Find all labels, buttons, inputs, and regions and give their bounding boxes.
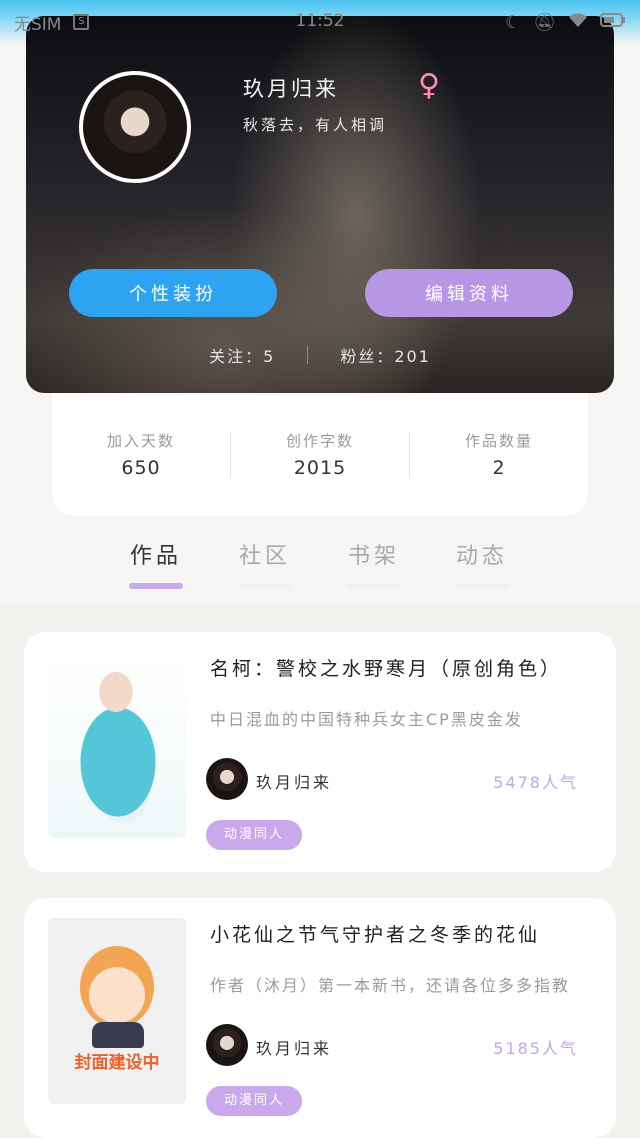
profile-page: 无SIM S 11:52 ☾ 🔕︎ 玖月归来 ♀ 秋落去，有人相调 个性装扮 编… — [0, 0, 640, 1138]
popularity-count: 5478人气 — [493, 773, 578, 792]
cover-character-image — [80, 946, 154, 1028]
stat-label: 加入天数 — [106, 432, 175, 450]
work-description: 作者（沐月）第一本新书，还请各位多多指教 — [210, 976, 571, 995]
work-card[interactable]: 封面建设中 小花仙之节气守护者之冬季的花仙 作者（沐月）第一本新书，还请各位多多… — [24, 898, 616, 1138]
username: 玖月归来 — [243, 77, 339, 101]
work-cover-placeholder[interactable]: 封面建设中 — [48, 918, 186, 1104]
stat-label: 创作字数 — [285, 432, 354, 450]
followers-value: 201 — [394, 347, 431, 366]
author-avatar[interactable] — [206, 758, 248, 800]
status-right: ☾ 🔕︎ — [505, 12, 626, 33]
carrier-text: 无SIM — [14, 14, 62, 35]
tab-indicator — [455, 583, 509, 589]
cover-placeholder-label: 封面建设中 — [74, 1053, 160, 1073]
tab-label: 书架 — [347, 544, 400, 569]
tab-label: 动态 — [455, 544, 508, 569]
work-title[interactable]: 小花仙之节气守护者之冬季的花仙 — [210, 920, 600, 947]
female-gender-icon: ♀ — [418, 68, 440, 103]
author-name[interactable]: 玖月归来 — [256, 769, 332, 793]
tab-label: 作品 — [129, 544, 182, 569]
dress-up-button[interactable]: 个性装扮 — [69, 269, 277, 317]
tab-indicator — [238, 583, 292, 589]
tab-works[interactable]: 作品 — [116, 538, 196, 589]
tab-indicator — [129, 583, 183, 589]
mute-icon: 🔕︎ — [533, 11, 556, 33]
tab-label: 社区 — [238, 544, 291, 569]
follow-stats: 关注：5 粉丝：201 — [26, 341, 614, 369]
stat-value: 2015 — [293, 457, 347, 479]
following-label: 关注： — [209, 347, 264, 366]
signature: 秋落去，有人相调 — [243, 116, 388, 134]
status-left: 无SIM S — [14, 10, 90, 35]
battery-icon — [600, 12, 626, 33]
author-avatar[interactable] — [206, 1024, 248, 1066]
cover-character-body — [92, 1022, 144, 1048]
author-name[interactable]: 玖月归来 — [256, 1035, 332, 1059]
stat-value: 650 — [121, 457, 161, 479]
followers-count[interactable]: 粉丝：201 — [308, 343, 463, 367]
work-description: 中日混血的中国特种兵女主CP黑皮金发 — [210, 710, 523, 729]
moon-icon: ☾ — [505, 11, 522, 33]
popularity-count: 5185人气 — [493, 1039, 578, 1058]
tab-bar: 作品 社区 书架 动态 — [0, 528, 640, 602]
stat-value: 2 — [492, 457, 506, 479]
tab-activity[interactable]: 动态 — [442, 538, 522, 589]
profile-header: 玖月归来 ♀ 秋落去，有人相调 个性装扮 编辑资料 关注：5 粉丝：201 — [26, 16, 614, 393]
stat-join-days: 加入天数 650 — [52, 430, 230, 479]
followers-label: 粉丝： — [340, 347, 395, 366]
category-tag[interactable]: 动漫同人 — [206, 820, 303, 850]
work-cover-image[interactable] — [48, 652, 186, 838]
work-card[interactable]: 名柯：警校之水野寒月（原创角色） 中日混血的中国特种兵女主CP黑皮金发 玖月归来… — [24, 632, 616, 872]
category-tag[interactable]: 动漫同人 — [206, 1086, 303, 1116]
stat-word-count: 创作字数 2015 — [231, 430, 409, 479]
tab-bookshelf[interactable]: 书架 — [334, 538, 414, 589]
following-count[interactable]: 关注：5 — [177, 343, 307, 367]
edit-profile-button[interactable]: 编辑资料 — [365, 269, 573, 317]
stat-label: 作品数量 — [464, 432, 533, 450]
stats-card: 加入天数 650 创作字数 2015 作品数量 2 — [52, 393, 588, 516]
status-bar: 无SIM S 11:52 ☾ 🔕︎ — [0, 0, 640, 44]
following-value: 5 — [263, 347, 276, 366]
wifi-icon — [568, 12, 588, 33]
stat-works-count: 作品数量 2 — [410, 430, 588, 479]
work-title[interactable]: 名柯：警校之水野寒月（原创角色） — [210, 654, 600, 681]
tab-community[interactable]: 社区 — [225, 538, 305, 589]
sim-icon: S — [73, 14, 90, 30]
tab-indicator — [347, 583, 401, 589]
avatar[interactable] — [79, 71, 191, 183]
